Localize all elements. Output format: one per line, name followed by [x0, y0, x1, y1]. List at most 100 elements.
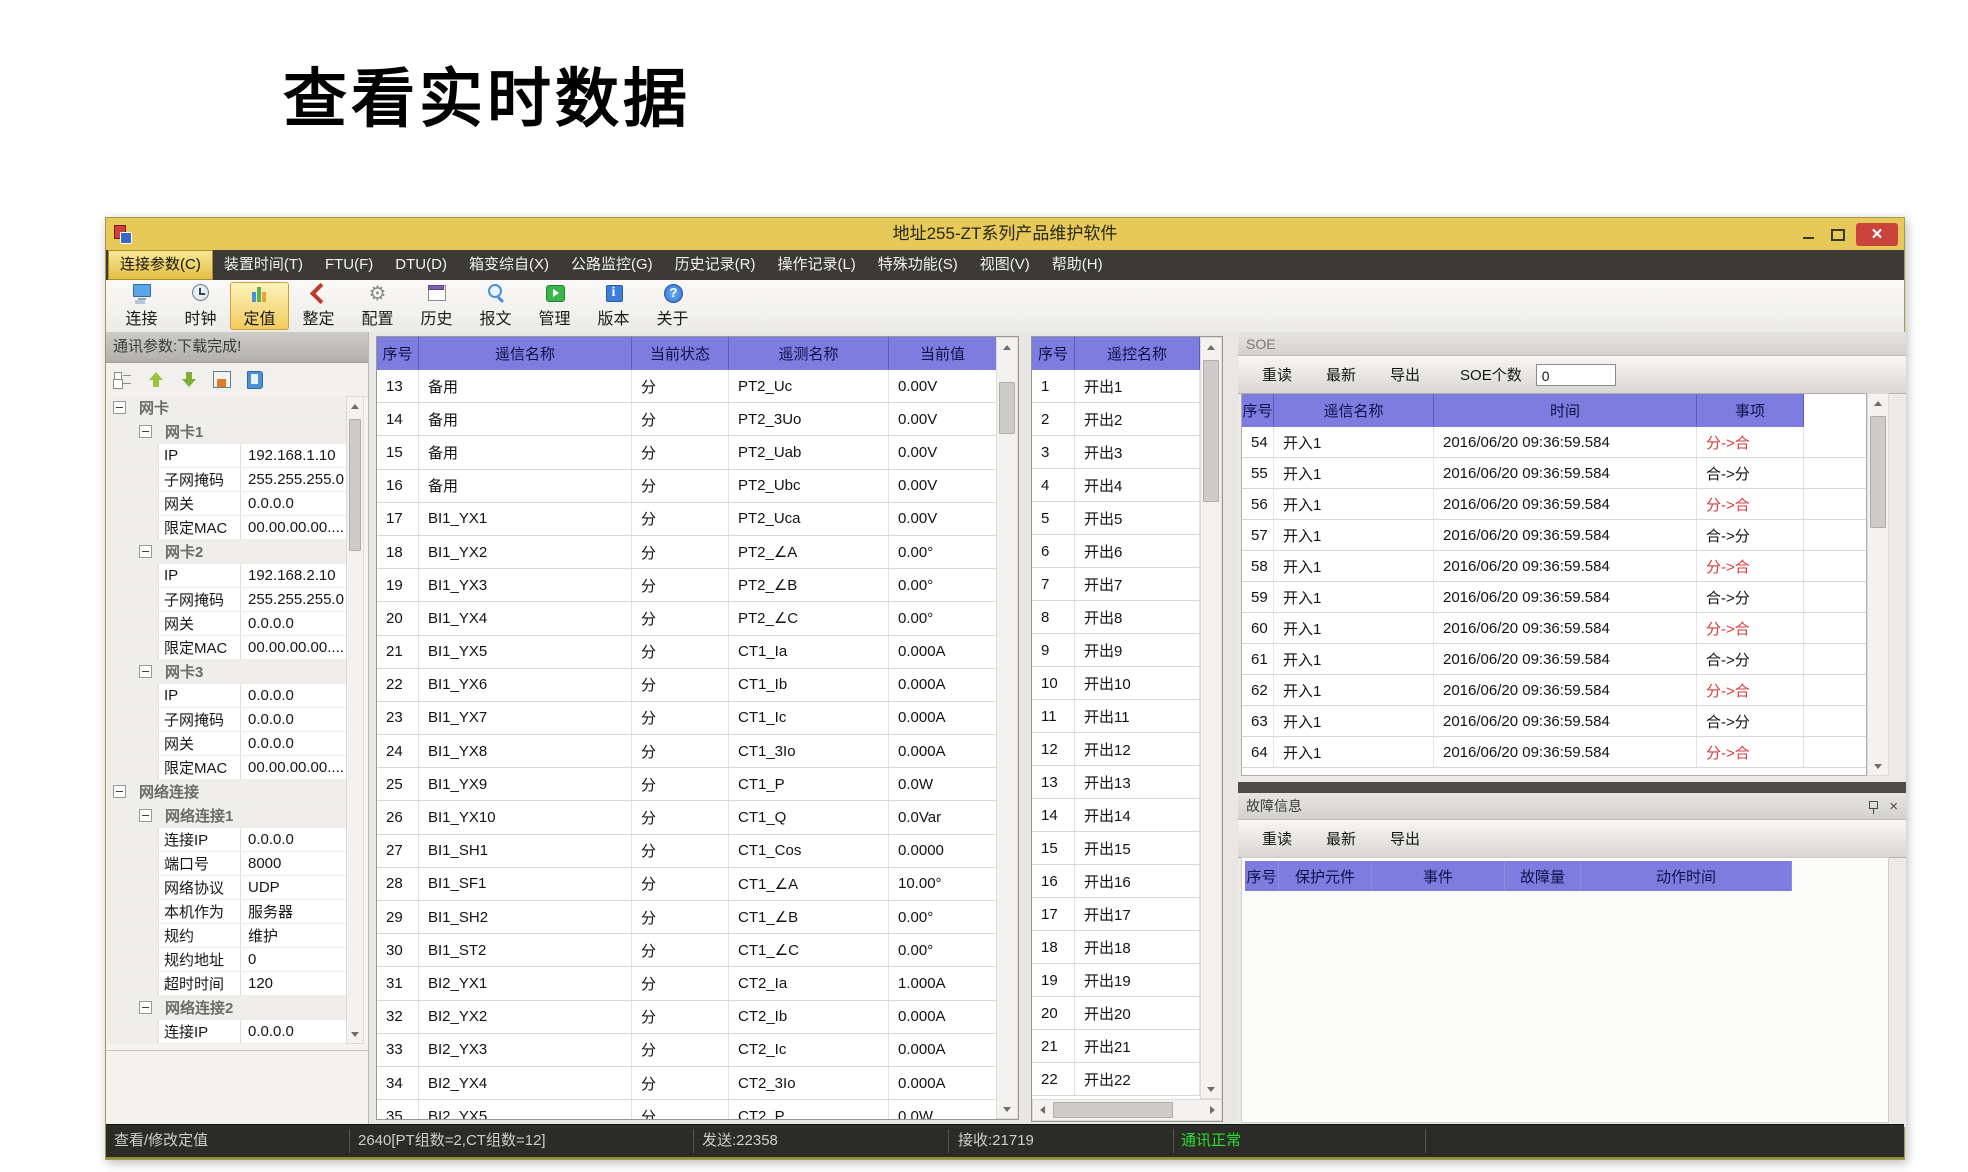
move-up-icon[interactable] — [146, 370, 166, 389]
signal-row[interactable]: 21BI1_YX5分CT1_Ia0.000A — [377, 636, 1018, 669]
save-icon[interactable] — [212, 370, 232, 389]
scroll-down-icon[interactable] — [1201, 1080, 1221, 1098]
soe-row[interactable]: 61开入12016/06/20 09:36:59.584合->分 — [1242, 644, 1866, 675]
scroll-up-icon[interactable] — [997, 338, 1017, 356]
tree-property-row[interactable]: 连接IP0.0.0.0 — [106, 1020, 346, 1044]
close-button[interactable]: ✕ — [1856, 223, 1898, 246]
control-row[interactable]: 14开出14 — [1032, 799, 1222, 832]
signal-row[interactable]: 15备用分PT2_Uab0.00V — [377, 436, 1018, 469]
soe-latest-button[interactable]: 最新 — [1316, 361, 1366, 388]
signal-row[interactable]: 16备用分PT2_Ubc0.00V — [377, 470, 1018, 503]
tree-group-row[interactable]: 网络连接2 — [106, 996, 346, 1020]
signal-row[interactable]: 24BI1_YX8分CT1_3Io0.000A — [377, 735, 1018, 768]
connect-button[interactable]: 连接 — [112, 282, 171, 330]
pin-icon[interactable] — [1867, 799, 1879, 814]
menu-item-4[interactable]: DTU(D) — [384, 250, 458, 280]
control-row[interactable]: 20开出20 — [1032, 997, 1222, 1030]
setting-button[interactable]: 整定 — [289, 282, 348, 330]
scroll-up-icon[interactable] — [347, 397, 363, 415]
soe-row[interactable]: 63开入12016/06/20 09:36:59.584合->分 — [1242, 706, 1866, 737]
control-hscrollbar[interactable] — [1032, 1099, 1222, 1121]
version-button[interactable]: 版本 — [584, 282, 643, 330]
signal-row[interactable]: 30BI1_ST2分CT1_∠C0.00° — [377, 934, 1018, 967]
tree-property-row[interactable]: IP192.168.2.10 — [106, 564, 346, 588]
property-value[interactable]: 0.0.0.0 — [240, 612, 346, 635]
control-row[interactable]: 17开出17 — [1032, 898, 1222, 931]
scroll-thumb[interactable] — [1053, 1102, 1173, 1118]
property-value[interactable]: 255.255.255.0 — [240, 588, 346, 611]
signal-row[interactable]: 13备用分PT2_Uc0.00V — [377, 370, 1018, 403]
property-value[interactable]: 0.0.0.0 — [240, 828, 346, 851]
soe-row[interactable]: 64开入12016/06/20 09:36:59.584分->合 — [1242, 737, 1866, 768]
tree-property-row[interactable]: 网关0.0.0.0 — [106, 492, 346, 516]
scroll-thumb[interactable] — [349, 419, 361, 551]
signal-row[interactable]: 22BI1_YX6分CT1_Ib0.000A — [377, 669, 1018, 702]
scroll-up-icon[interactable] — [1868, 394, 1888, 412]
menu-item-10[interactable]: 视图(V) — [969, 250, 1041, 280]
control-row[interactable]: 7开出7 — [1032, 568, 1222, 601]
scroll-down-icon[interactable] — [1868, 757, 1888, 775]
about-button[interactable]: 关于 — [643, 282, 702, 330]
control-row[interactable]: 15开出15 — [1032, 832, 1222, 865]
soe-row[interactable]: 60开入12016/06/20 09:36:59.584分->合 — [1242, 613, 1866, 644]
soe-row[interactable]: 54开入12016/06/20 09:36:59.584分->合 — [1242, 427, 1866, 458]
control-row[interactable]: 18开出18 — [1032, 931, 1222, 964]
fault-latest-button[interactable]: 最新 — [1316, 825, 1366, 852]
control-row[interactable]: 2开出2 — [1032, 403, 1222, 436]
signal-row[interactable]: 33BI2_YX3分CT2_Ic0.000A — [377, 1034, 1018, 1067]
fault-close-icon[interactable]: × — [1889, 799, 1898, 814]
signal-row[interactable]: 14备用分PT2_3Uo0.00V — [377, 403, 1018, 436]
soe-export-button[interactable]: 导出 — [1380, 361, 1430, 388]
minimize-button[interactable] — [1800, 223, 1818, 245]
control-row[interactable]: 22开出22 — [1032, 1063, 1222, 1096]
tree-property-row[interactable]: IP0.0.0.0 — [106, 684, 346, 708]
control-row[interactable]: 13开出13 — [1032, 766, 1222, 799]
scroll-left-icon[interactable] — [1033, 1100, 1051, 1120]
property-value[interactable]: 192.168.2.10 — [240, 564, 346, 587]
control-scrollbar[interactable] — [1200, 337, 1222, 1099]
collapse-icon[interactable] — [139, 425, 152, 438]
menu-item-8[interactable]: 操作记录(L) — [766, 250, 866, 280]
collapse-icon[interactable] — [139, 809, 152, 822]
config-button[interactable]: 配置 — [348, 282, 407, 330]
tree-scrollbar[interactable] — [346, 396, 364, 1044]
tree-group-row[interactable]: 网络连接 — [106, 780, 346, 804]
tree-list-icon[interactable] — [113, 370, 133, 389]
property-value[interactable]: 00.00.00.00.... — [240, 756, 346, 779]
menu-item-1[interactable]: 连接参数(C) — [108, 250, 213, 280]
property-value[interactable]: 0 — [240, 948, 346, 971]
property-value[interactable]: 0.0.0.0 — [240, 1020, 346, 1043]
signal-scrollbar[interactable] — [996, 337, 1018, 1119]
control-row[interactable]: 3开出3 — [1032, 436, 1222, 469]
scroll-thumb[interactable] — [999, 382, 1015, 434]
scroll-right-icon[interactable] — [1203, 1100, 1221, 1120]
soe-scrollbar[interactable] — [1867, 393, 1889, 776]
control-row[interactable]: 9开出9 — [1032, 634, 1222, 667]
soe-count-input[interactable]: 0 — [1536, 364, 1616, 386]
menu-item-9[interactable]: 特殊功能(S) — [867, 250, 969, 280]
control-row[interactable]: 1开出1 — [1032, 370, 1222, 403]
tree-property-row[interactable]: 超时时间120 — [106, 972, 346, 996]
tree-property-row[interactable]: 子网掩码0.0.0.0 — [106, 708, 346, 732]
property-value[interactable]: 255.255.255.0 — [240, 468, 346, 491]
control-row[interactable]: 8开出8 — [1032, 601, 1222, 634]
soe-reread-button[interactable]: 重读 — [1252, 361, 1302, 388]
collapse-icon[interactable] — [139, 1001, 152, 1014]
tree-property-row[interactable]: 限定MAC00.00.00.00.... — [106, 756, 346, 780]
soe-row[interactable]: 62开入12016/06/20 09:36:59.584分->合 — [1242, 675, 1866, 706]
control-row[interactable]: 4开出4 — [1032, 469, 1222, 502]
manage-button[interactable]: 管理 — [525, 282, 584, 330]
property-value[interactable]: 0.0.0.0 — [240, 708, 346, 731]
menu-item-7[interactable]: 历史记录(R) — [664, 250, 767, 280]
property-value[interactable]: 00.00.00.00.... — [240, 516, 346, 539]
property-value[interactable]: UDP — [240, 876, 346, 899]
signal-row[interactable]: 26BI1_YX10分CT1_Q0.0Var — [377, 801, 1018, 834]
signal-row[interactable]: 25BI1_YX9分CT1_P0.0W — [377, 768, 1018, 801]
soe-row[interactable]: 59开入12016/06/20 09:36:59.584合->分 — [1242, 582, 1866, 613]
property-value[interactable]: 192.168.1.10 — [240, 444, 346, 467]
scroll-thumb[interactable] — [1203, 360, 1219, 502]
tree-group-row[interactable]: 网卡3 — [106, 660, 346, 684]
menu-item-2[interactable]: 装置时间(T) — [213, 250, 314, 280]
tree-property-row[interactable]: 网关0.0.0.0 — [106, 612, 346, 636]
signal-row[interactable]: 32BI2_YX2分CT2_Ib0.000A — [377, 1001, 1018, 1034]
